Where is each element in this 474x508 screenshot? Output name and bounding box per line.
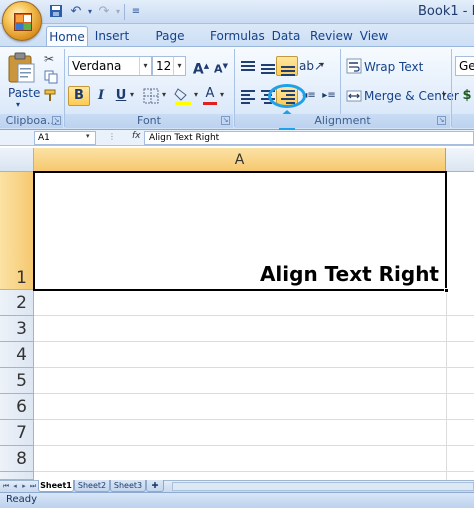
underline-dropdown-icon[interactable]: ▾ [130, 90, 134, 99]
format-painter-icon[interactable] [44, 88, 58, 102]
number-format-box[interactable]: Gene [455, 56, 474, 76]
fill-color-icon[interactable] [174, 86, 192, 106]
paste-dropdown-icon[interactable]: ▾ [16, 100, 20, 109]
row-header-3[interactable]: 3 [0, 316, 34, 342]
italic-button[interactable]: I [90, 86, 112, 106]
font-size-value: 12 [156, 59, 172, 73]
grid-row[interactable] [34, 368, 474, 394]
office-logo-icon [14, 13, 32, 31]
font-group-label: Font [65, 114, 233, 128]
borders-dropdown-icon[interactable]: ▾ [162, 90, 166, 99]
bottom-align-icon[interactable] [276, 56, 298, 76]
grid-row[interactable] [34, 342, 474, 368]
prev-sheet-icon[interactable]: ◂ [11, 481, 19, 491]
next-sheet-icon[interactable]: ▸ [20, 481, 28, 491]
insert-function-icon[interactable]: fx [132, 131, 141, 141]
alignment-group-label: Alignment [235, 114, 450, 128]
merge-dropdown-icon[interactable]: ▾ [442, 90, 446, 99]
insert-sheet-icon[interactable]: ✚ [146, 480, 164, 492]
fill-color-dropdown-icon[interactable]: ▾ [194, 90, 198, 99]
wrap-text-button[interactable]: Wrap Text [364, 56, 423, 78]
shrink-font-icon[interactable]: A▼ [210, 56, 232, 76]
fill-handle[interactable] [444, 288, 449, 293]
alignment-launcher-icon[interactable]: ↘ [437, 116, 446, 125]
tab-home[interactable]: Home [46, 26, 88, 46]
font-color-icon[interactable]: A [202, 86, 218, 106]
name-box-dropdown-icon[interactable]: ▾ [86, 132, 90, 140]
middle-align-icon[interactable] [256, 56, 278, 76]
select-all-corner[interactable] [0, 148, 34, 172]
row-header-7[interactable]: 7 [0, 420, 34, 446]
sheet-tab-sheet1[interactable]: Sheet1 [38, 480, 74, 492]
font-size-dropdown-icon[interactable]: ▾ [173, 57, 185, 75]
currency-format-button[interactable]: $ [456, 86, 474, 106]
grid-row[interactable] [34, 446, 474, 472]
font-name-dropdown-icon[interactable]: ▾ [139, 57, 151, 75]
font-color-dropdown-icon[interactable]: ▾ [220, 90, 224, 99]
wrap-text-icon[interactable] [346, 58, 362, 74]
row-header-8[interactable]: 8 [0, 446, 34, 472]
save-icon[interactable] [48, 4, 64, 20]
row-header-2[interactable]: 2 [0, 290, 34, 316]
font-name-box[interactable]: Verdana ▾ [68, 56, 152, 76]
highlight-ellipse [268, 84, 306, 108]
font-name-value: Verdana [72, 59, 122, 73]
bold-button[interactable]: B [68, 86, 90, 106]
office-button[interactable] [2, 1, 42, 41]
formula-input[interactable]: Align Text Right [144, 131, 474, 145]
sheet-tab-sheet2[interactable]: Sheet2 [74, 480, 110, 492]
orientation-dropdown-icon[interactable]: ▾ [320, 60, 324, 69]
row-header-9[interactable] [0, 472, 34, 480]
grid-row[interactable] [34, 420, 474, 446]
number-group-label [452, 114, 474, 128]
align-left-icon[interactable] [236, 86, 258, 106]
paste-icon[interactable] [6, 50, 38, 84]
tab-formulas[interactable]: Formulas [210, 26, 265, 46]
tab-review[interactable]: Review [310, 26, 353, 46]
customize-qat-icon[interactable]: ≡ [128, 4, 144, 20]
paste-label[interactable]: Paste [8, 86, 40, 100]
underline-button[interactable]: U [110, 86, 132, 106]
column-header-a[interactable]: A [34, 148, 446, 172]
row-header-5[interactable]: 5 [0, 368, 34, 394]
tab-data[interactable]: Data [270, 26, 302, 46]
font-size-box[interactable]: 12 ▾ [152, 56, 186, 76]
status-text: Ready [6, 494, 38, 505]
grid-row[interactable] [34, 316, 474, 342]
tab-page-layout[interactable]: Page Layout [138, 26, 202, 63]
excel-window: ↶ ▾ ↷ ▾ ≡ Book1 - M Home Insert Page Lay… [0, 0, 474, 508]
first-sheet-icon[interactable]: ⏮ [2, 481, 10, 491]
cell-a1-text: Align Text Right [259, 262, 439, 286]
cut-icon[interactable]: ✂ [44, 52, 54, 66]
window-title: Book1 - M [418, 4, 474, 19]
last-sheet-icon[interactable]: ⏭ [29, 481, 37, 491]
borders-icon[interactable] [142, 87, 160, 105]
cell-a1[interactable]: Align Text Right [33, 171, 449, 293]
orientation-icon[interactable]: ab↗ [298, 56, 324, 76]
top-align-icon[interactable] [236, 56, 258, 76]
grid-row[interactable] [34, 394, 474, 420]
font-launcher-icon[interactable]: ↘ [221, 116, 230, 125]
row-header-1[interactable]: 1 [0, 172, 34, 290]
tab-view[interactable]: View [358, 26, 390, 46]
grow-font-icon[interactable]: A▲ [190, 56, 212, 78]
grid-row[interactable] [34, 290, 474, 316]
status-bar [0, 492, 474, 508]
row-header-4[interactable]: 4 [0, 342, 34, 368]
column-header-b[interactable] [446, 148, 474, 172]
row-header-6[interactable]: 6 [0, 394, 34, 420]
tab-insert[interactable]: Insert [92, 26, 132, 46]
qat-separator [124, 4, 125, 20]
copy-icon[interactable] [44, 70, 58, 84]
formula-bar-resize-icon[interactable]: ⋮ [108, 132, 116, 141]
sheet-tab-sheet3[interactable]: Sheet3 [110, 480, 146, 492]
clipboard-launcher-icon[interactable]: ↘ [52, 116, 61, 125]
merge-center-icon[interactable] [346, 88, 362, 104]
increase-indent-icon[interactable]: ▸≡ [318, 86, 340, 106]
horizontal-scrollbar[interactable] [172, 482, 474, 491]
